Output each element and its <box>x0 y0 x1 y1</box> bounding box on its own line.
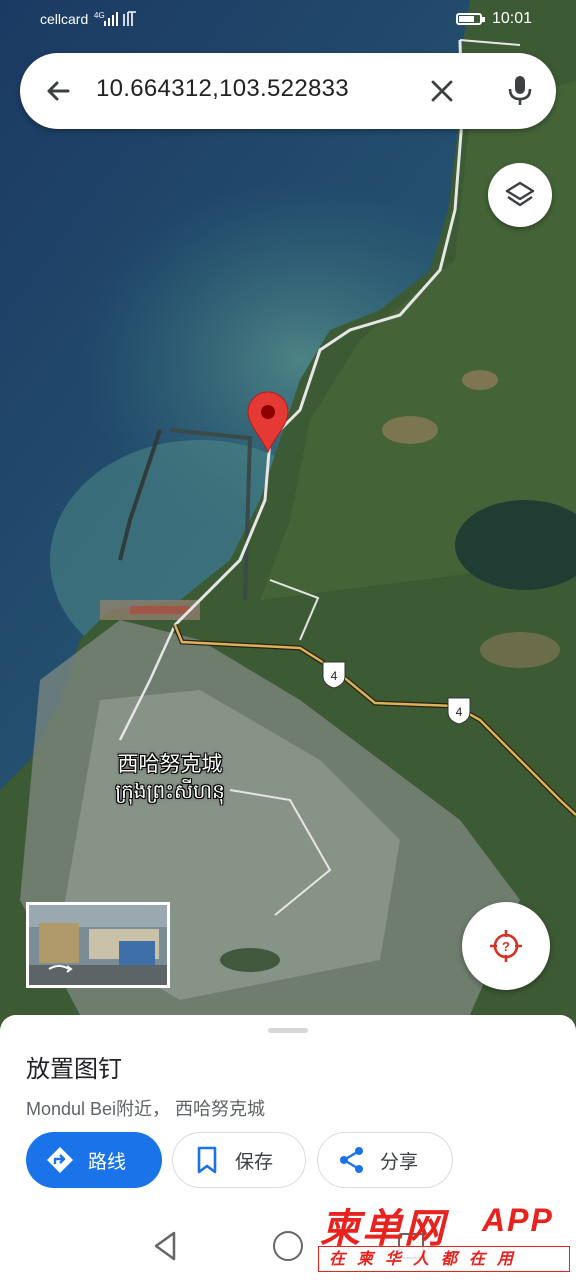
signal-strength-icon: 4G <box>94 10 140 32</box>
microphone-icon[interactable] <box>504 73 536 109</box>
place-address: Mondul Bei附近， 西哈努克城 <box>26 1099 266 1119</box>
clock: 10:01 <box>492 10 533 27</box>
carrier-name: cellcard <box>40 11 89 27</box>
save-label: 保存 <box>235 1150 274 1173</box>
save-button[interactable]: 保存 <box>172 1132 306 1188</box>
directions-button[interactable]: 路线 <box>26 1132 162 1188</box>
share-button[interactable]: 分享 <box>317 1132 453 1188</box>
directions-icon <box>47 1147 73 1173</box>
map-layers-button[interactable] <box>488 163 552 227</box>
route-shield-4b: 4 <box>447 697 471 725</box>
svg-text:?: ? <box>502 939 510 954</box>
search-bar[interactable]: 10.664312,103.522833 <box>20 53 556 129</box>
share-icon <box>340 1147 363 1173</box>
network-type: 4G <box>94 11 105 20</box>
city-label-chinese: 西哈努克城 <box>117 752 223 776</box>
street-view-thumbnail[interactable] <box>26 902 170 988</box>
share-label: 分享 <box>380 1150 419 1173</box>
search-query-text[interactable]: 10.664312,103.522833 <box>96 75 349 103</box>
watermark-app: APP <box>482 1202 554 1238</box>
place-title: 放置图钉 <box>26 1055 122 1083</box>
layers-icon <box>505 181 535 207</box>
bookmark-icon <box>197 1146 217 1174</box>
directions-label: 路线 <box>88 1150 127 1173</box>
battery-icon <box>456 13 485 25</box>
status-bar: cellcard 4G 10:01 <box>0 0 576 40</box>
route-shield-4a: 4 <box>322 661 346 689</box>
back-arrow-icon[interactable] <box>42 75 74 107</box>
location-crosshair-icon: ? <box>490 930 522 962</box>
app-watermark: 柬单网 APP 在柬华人都在用 <box>318 1196 572 1276</box>
nav-home-icon[interactable] <box>273 1231 303 1261</box>
city-label-khmer: ក្រុងព្រះសីហនុ <box>115 779 225 803</box>
my-location-button[interactable]: ? <box>462 902 550 990</box>
watermark-slogan: 在柬华人都在用 <box>318 1246 570 1272</box>
sheet-drag-handle[interactable] <box>268 1028 308 1033</box>
clear-icon[interactable] <box>426 75 458 107</box>
route-shield-4a-number: 4 <box>331 669 338 683</box>
nav-back-icon[interactable] <box>150 1228 180 1264</box>
route-shield-4b-number: 4 <box>456 705 463 719</box>
